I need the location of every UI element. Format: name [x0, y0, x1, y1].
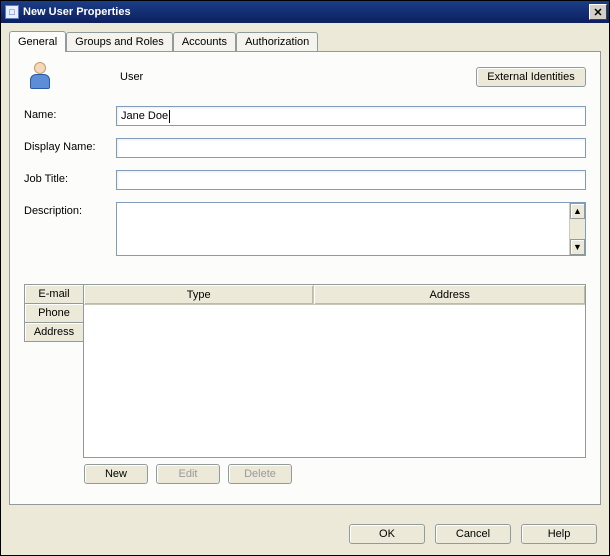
display-name-field[interactable] — [116, 138, 586, 158]
external-identities-button[interactable]: External Identities — [476, 67, 586, 87]
job-title-label: Job Title: — [24, 170, 116, 185]
description-label: Description: — [24, 202, 116, 217]
side-tab-address[interactable]: Address — [24, 322, 84, 342]
list-button-row: New Edit Delete — [24, 464, 586, 484]
contact-area: E-mail Phone Address Type Address — [24, 284, 586, 458]
dialog-footer: OK Cancel Help — [1, 513, 609, 555]
list-body[interactable] — [84, 305, 585, 457]
edit-button: Edit — [156, 464, 220, 484]
contact-list[interactable]: Type Address — [83, 284, 586, 458]
name-value: Jane Doe — [121, 110, 168, 122]
app-icon: □ — [5, 5, 19, 19]
help-button[interactable]: Help — [521, 524, 597, 544]
chevron-up-icon: ▲ — [573, 206, 582, 216]
delete-button: Delete — [228, 464, 292, 484]
object-type-label: User — [120, 71, 466, 83]
window-title: New User Properties — [23, 6, 589, 18]
column-header-type[interactable]: Type — [84, 285, 314, 304]
contact-side-tabs: E-mail Phone Address — [24, 284, 84, 458]
side-tab-phone[interactable]: Phone — [24, 303, 84, 323]
job-title-field[interactable] — [116, 170, 586, 190]
tab-groups-roles[interactable]: Groups and Roles — [66, 32, 173, 51]
column-header-address[interactable]: Address — [314, 285, 585, 304]
description-field[interactable] — [117, 203, 569, 255]
tab-general[interactable]: General — [9, 31, 66, 52]
scroll-down-button[interactable]: ▼ — [570, 239, 585, 255]
name-field[interactable]: Jane Doe — [116, 106, 586, 126]
description-field-wrap: ▲ ▼ — [116, 202, 586, 256]
dialog-window: □ New User Properties ✕ General Groups a… — [0, 0, 610, 556]
cancel-button[interactable]: Cancel — [435, 524, 511, 544]
new-button[interactable]: New — [84, 464, 148, 484]
tab-strip: General Groups and Roles Accounts Author… — [9, 29, 601, 51]
name-label: Name: — [24, 106, 116, 121]
side-tab-email[interactable]: E-mail — [24, 284, 84, 304]
text-caret — [169, 110, 170, 123]
tab-page-general: User External Identities Name: Jane Doe … — [9, 51, 601, 505]
tab-accounts[interactable]: Accounts — [173, 32, 236, 51]
ok-button[interactable]: OK — [349, 524, 425, 544]
close-icon: ✕ — [593, 6, 602, 19]
client-area: General Groups and Roles Accounts Author… — [1, 23, 609, 513]
chevron-down-icon: ▼ — [573, 242, 582, 252]
display-name-label: Display Name: — [24, 138, 116, 153]
description-scrollbar: ▲ ▼ — [569, 203, 585, 255]
scroll-up-button[interactable]: ▲ — [570, 203, 585, 219]
close-button[interactable]: ✕ — [589, 4, 607, 20]
titlebar: □ New User Properties ✕ — [1, 1, 609, 23]
tab-authorization[interactable]: Authorization — [236, 32, 318, 51]
list-header: Type Address — [84, 285, 585, 305]
user-icon — [26, 62, 54, 92]
